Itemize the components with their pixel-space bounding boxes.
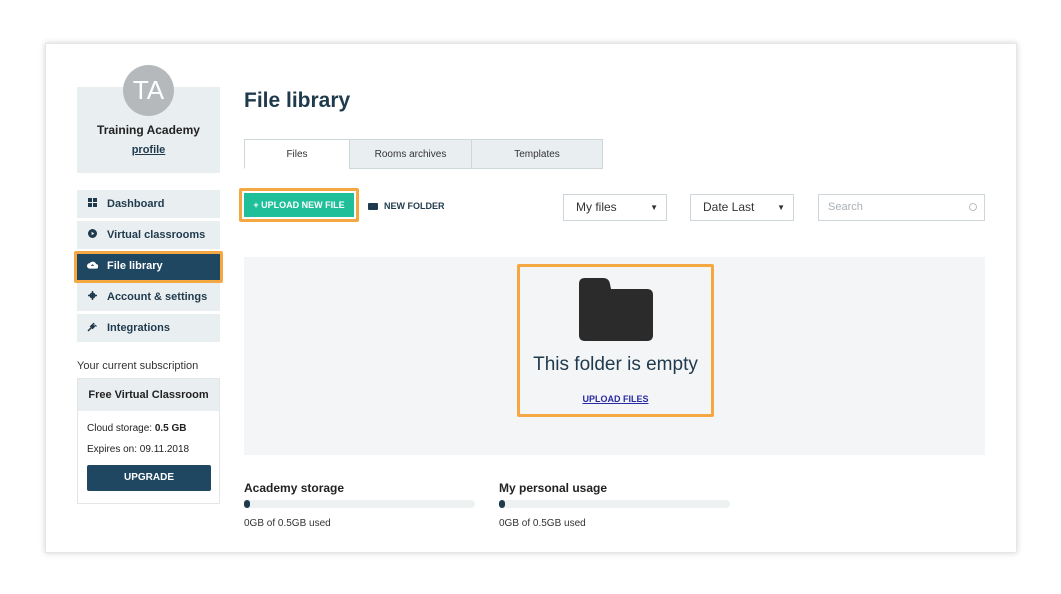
folder-icon bbox=[579, 278, 653, 341]
gear-icon bbox=[77, 291, 107, 303]
tab-rooms-archives[interactable]: Rooms archives bbox=[349, 139, 472, 169]
new-folder-button[interactable]: NEW FOLDER bbox=[368, 201, 445, 211]
grid-icon bbox=[77, 198, 107, 210]
upload-new-file-label: UPLOAD NEW FILE bbox=[261, 200, 345, 210]
new-folder-label: NEW FOLDER bbox=[384, 201, 445, 211]
sidebar-item-label: Account & settings bbox=[107, 291, 208, 303]
sidebar-item-virtual-classrooms[interactable]: Virtual classrooms bbox=[77, 221, 220, 249]
expiry-date: Expires on: 09.11.2018 bbox=[87, 444, 190, 455]
personal-usage-used: 0GB of 0.5GB used bbox=[499, 518, 586, 529]
cloud-storage-label: Cloud storage: bbox=[87, 423, 153, 434]
search-icon bbox=[969, 203, 977, 211]
academy-storage: Academy storage 0GB of 0.5GB used bbox=[244, 481, 475, 529]
sidebar-item-account-settings[interactable]: Account & settings bbox=[77, 283, 220, 311]
upload-files-link[interactable]: UPLOAD FILES bbox=[517, 394, 714, 404]
page-title: File library bbox=[244, 89, 351, 112]
caret-down-icon: ▼ bbox=[777, 203, 785, 212]
upgrade-button[interactable]: UPGRADE bbox=[87, 465, 211, 491]
sort-value: Date Last bbox=[703, 200, 755, 214]
file-filter-value: My files bbox=[576, 200, 617, 214]
play-circle-icon bbox=[77, 229, 107, 241]
academy-storage-bar bbox=[244, 500, 475, 508]
personal-usage-label: My personal usage bbox=[499, 481, 608, 495]
sidebar-item-label: Dashboard bbox=[107, 198, 165, 210]
app-card: TA Training Academy profile Dashboard Vi… bbox=[45, 43, 1017, 553]
sidebar-item-dashboard[interactable]: Dashboard bbox=[77, 190, 220, 218]
personal-usage-bar bbox=[499, 500, 730, 508]
personal-usage-fill bbox=[499, 500, 505, 508]
empty-folder-message: This folder is empty bbox=[533, 354, 698, 375]
cloud-storage-info: Cloud storage: 0.5 GB bbox=[87, 423, 187, 434]
sidebar-item-label: Integrations bbox=[107, 322, 170, 334]
sidebar-item-integrations[interactable]: Integrations bbox=[77, 314, 220, 342]
personal-usage: My personal usage 0GB of 0.5GB used bbox=[499, 481, 730, 529]
academy-storage-fill bbox=[244, 500, 250, 508]
plan-name: Free Virtual Classroom bbox=[78, 379, 219, 411]
plug-icon bbox=[77, 322, 107, 335]
academy-storage-label: Academy storage bbox=[244, 481, 345, 495]
sort-select[interactable]: Date Last ▼ bbox=[690, 194, 794, 221]
profile-panel: TA Training Academy profile bbox=[77, 65, 220, 173]
org-name: Training Academy bbox=[97, 123, 200, 137]
folder-icon bbox=[368, 202, 378, 210]
sidebar-item-label: Virtual classrooms bbox=[107, 229, 206, 241]
plus-icon: + bbox=[253, 200, 259, 210]
caret-down-icon: ▼ bbox=[650, 203, 658, 212]
search-placeholder: Search bbox=[828, 201, 863, 213]
avatar[interactable]: TA bbox=[123, 65, 174, 116]
profile-link[interactable]: profile bbox=[77, 144, 220, 156]
tab-files[interactable]: Files bbox=[244, 139, 350, 169]
upload-new-file-button[interactable]: + UPLOAD NEW FILE bbox=[244, 193, 354, 217]
highlight-frame bbox=[74, 251, 223, 283]
file-filter-select[interactable]: My files ▼ bbox=[563, 194, 667, 221]
subscription-panel: Free Virtual Classroom Cloud storage: 0.… bbox=[77, 378, 220, 504]
cloud-storage-value: 0.5 GB bbox=[154, 423, 187, 434]
tab-bar: Files Rooms archives Templates bbox=[244, 139, 603, 169]
tab-templates[interactable]: Templates bbox=[471, 139, 603, 169]
academy-storage-used: 0GB of 0.5GB used bbox=[244, 518, 331, 529]
subscription-label: Your current subscription bbox=[77, 360, 199, 372]
search-input[interactable]: Search bbox=[818, 194, 985, 221]
